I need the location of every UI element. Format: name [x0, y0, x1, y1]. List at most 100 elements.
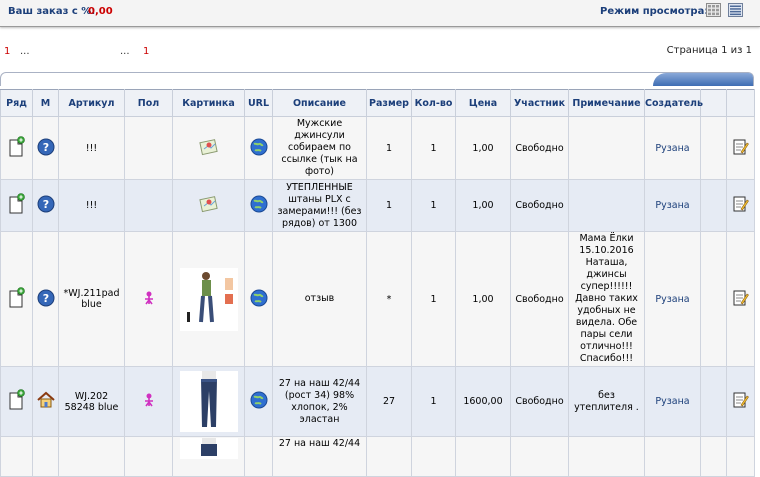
note-cell: без утеплителя . — [568, 366, 645, 437]
column-header[interactable]: Пол — [124, 89, 173, 117]
view-mode-label: Режим просмотра: — [600, 6, 709, 17]
grid-view-icon[interactable] — [706, 3, 721, 17]
column-header — [726, 89, 755, 117]
question-icon[interactable]: ? — [32, 179, 59, 232]
globe-icon[interactable] — [244, 116, 273, 180]
description-cell: УТЕПЛЕННЫЕ штаны PLX с замерами!!! (без … — [272, 179, 367, 232]
qty-cell: 1 — [411, 116, 456, 180]
price-cell: 1,00 — [455, 116, 511, 180]
size-cell: 1 — [366, 179, 412, 232]
note-cell: Мама Ёлки 15.10.2016 Наташа, джинсы супе… — [568, 231, 645, 367]
svg-text:?: ? — [42, 292, 48, 305]
pagination-dots-left: ... — [20, 46, 30, 57]
product-photo-jeans[interactable] — [172, 436, 245, 477]
edit-note-icon[interactable] — [726, 231, 755, 367]
column-header[interactable]: Цена — [455, 89, 511, 117]
empty-cell — [700, 366, 727, 437]
add-document-icon[interactable] — [0, 179, 33, 232]
svg-text:?: ? — [42, 198, 48, 211]
female-icon — [124, 366, 173, 437]
empty-cell — [726, 436, 755, 477]
note-cell — [568, 116, 645, 180]
description-cell: Мужские джинсули собираем по ссылке (тык… — [272, 116, 367, 180]
order-toolbar: Ваш заказ с %: 0,00 Режим просмотра: — [0, 0, 760, 27]
column-header[interactable]: Создатель — [644, 89, 703, 117]
size-cell: 27 — [366, 366, 412, 437]
participant-cell: Свободно — [510, 179, 569, 232]
qty-cell: 1 — [411, 366, 456, 437]
pagination-last[interactable]: 1 — [143, 46, 149, 57]
table-row: 27 на наш 42/44 — [0, 436, 755, 477]
map-pin-icon[interactable] — [172, 116, 245, 180]
edit-note-icon[interactable] — [726, 366, 755, 437]
qty-cell: 1 — [411, 179, 456, 232]
creator-cell: Рузана — [644, 231, 701, 367]
gender-cell — [124, 179, 173, 232]
note-cell — [568, 179, 645, 232]
empty-cell — [510, 436, 569, 477]
size-cell: 1 — [366, 116, 412, 180]
edit-note-icon[interactable] — [726, 179, 755, 232]
empty-cell — [32, 436, 59, 477]
empty-cell — [244, 436, 273, 477]
article-cell: WJ.202 58248 blue — [58, 366, 125, 437]
creator-cell: Рузана — [644, 179, 701, 232]
article-cell: !!! — [58, 116, 125, 180]
svg-text:?: ? — [42, 141, 48, 154]
column-header[interactable]: URL — [244, 89, 273, 117]
description-cell: отзыв — [272, 231, 367, 367]
page-info: Страница 1 из 1 — [666, 45, 752, 56]
empty-cell — [700, 436, 727, 477]
creator-cell: Рузана — [644, 116, 701, 180]
participant-cell: Свободно — [510, 231, 569, 367]
empty-cell — [644, 436, 701, 477]
table-row: WJ.202 58248 blue 27 на наш 42/44 (рост … — [0, 366, 755, 437]
empty-cell — [700, 179, 727, 232]
empty-cell — [455, 436, 511, 477]
globe-icon[interactable] — [244, 231, 273, 367]
map-pin-icon[interactable] — [172, 179, 245, 232]
column-header[interactable]: Кол-во — [411, 89, 456, 117]
column-header[interactable]: Размер — [366, 89, 412, 117]
size-cell: * — [366, 231, 412, 367]
column-header[interactable]: Картинка — [172, 89, 245, 117]
globe-icon[interactable] — [244, 179, 273, 232]
price-cell: 1,00 — [455, 231, 511, 367]
empty-cell — [124, 436, 173, 477]
add-document-icon[interactable] — [0, 366, 33, 437]
column-header[interactable]: Артикул — [58, 89, 125, 117]
pagination-first[interactable]: 1 — [4, 46, 10, 57]
description-cell: 27 на наш 42/44 (рост 34) 98% хлопок, 2%… — [272, 366, 367, 437]
question-icon[interactable]: ? — [32, 116, 59, 180]
female-icon — [124, 231, 173, 367]
order-value: 0,00 — [88, 6, 113, 17]
edit-note-icon[interactable] — [726, 116, 755, 180]
empty-cell — [700, 116, 727, 180]
participant-cell: Свободно — [510, 116, 569, 180]
column-header[interactable]: Описание — [272, 89, 367, 117]
price-cell: 1600,00 — [455, 366, 511, 437]
table-row: ? *WJ.211pad blue отзыв * 1 1,00 Свободн… — [0, 231, 755, 367]
table-row: ? !!! Мужские джинсули собираем по ссылк… — [0, 116, 755, 180]
home-icon[interactable] — [32, 366, 59, 437]
empty-cell — [700, 231, 727, 367]
column-header[interactable]: Примечание — [568, 89, 645, 117]
product-photo-jeans[interactable] — [172, 366, 245, 437]
column-header[interactable]: Участник — [510, 89, 569, 117]
table-row: ? !!! УТЕПЛЕННЫЕ штаны PLX с замерами!!!… — [0, 179, 755, 232]
empty-cell — [366, 436, 412, 477]
column-header[interactable]: Ряд — [0, 89, 33, 117]
empty-cell — [411, 436, 456, 477]
list-view-icon[interactable] — [728, 3, 743, 17]
price-cell: 1,00 — [455, 179, 511, 232]
qty-cell: 1 — [411, 231, 456, 367]
add-document-icon[interactable] — [0, 231, 33, 367]
question-icon[interactable]: ? — [32, 231, 59, 367]
column-header[interactable]: М — [32, 89, 59, 117]
globe-icon[interactable] — [244, 366, 273, 437]
table-header-row: Ряд М Артикул Пол Картинка URL Описание … — [0, 89, 755, 117]
product-photo-woman[interactable] — [172, 231, 245, 367]
caption-tab — [653, 73, 753, 86]
add-document-icon[interactable] — [0, 116, 33, 180]
creator-cell: Рузана — [644, 366, 701, 437]
